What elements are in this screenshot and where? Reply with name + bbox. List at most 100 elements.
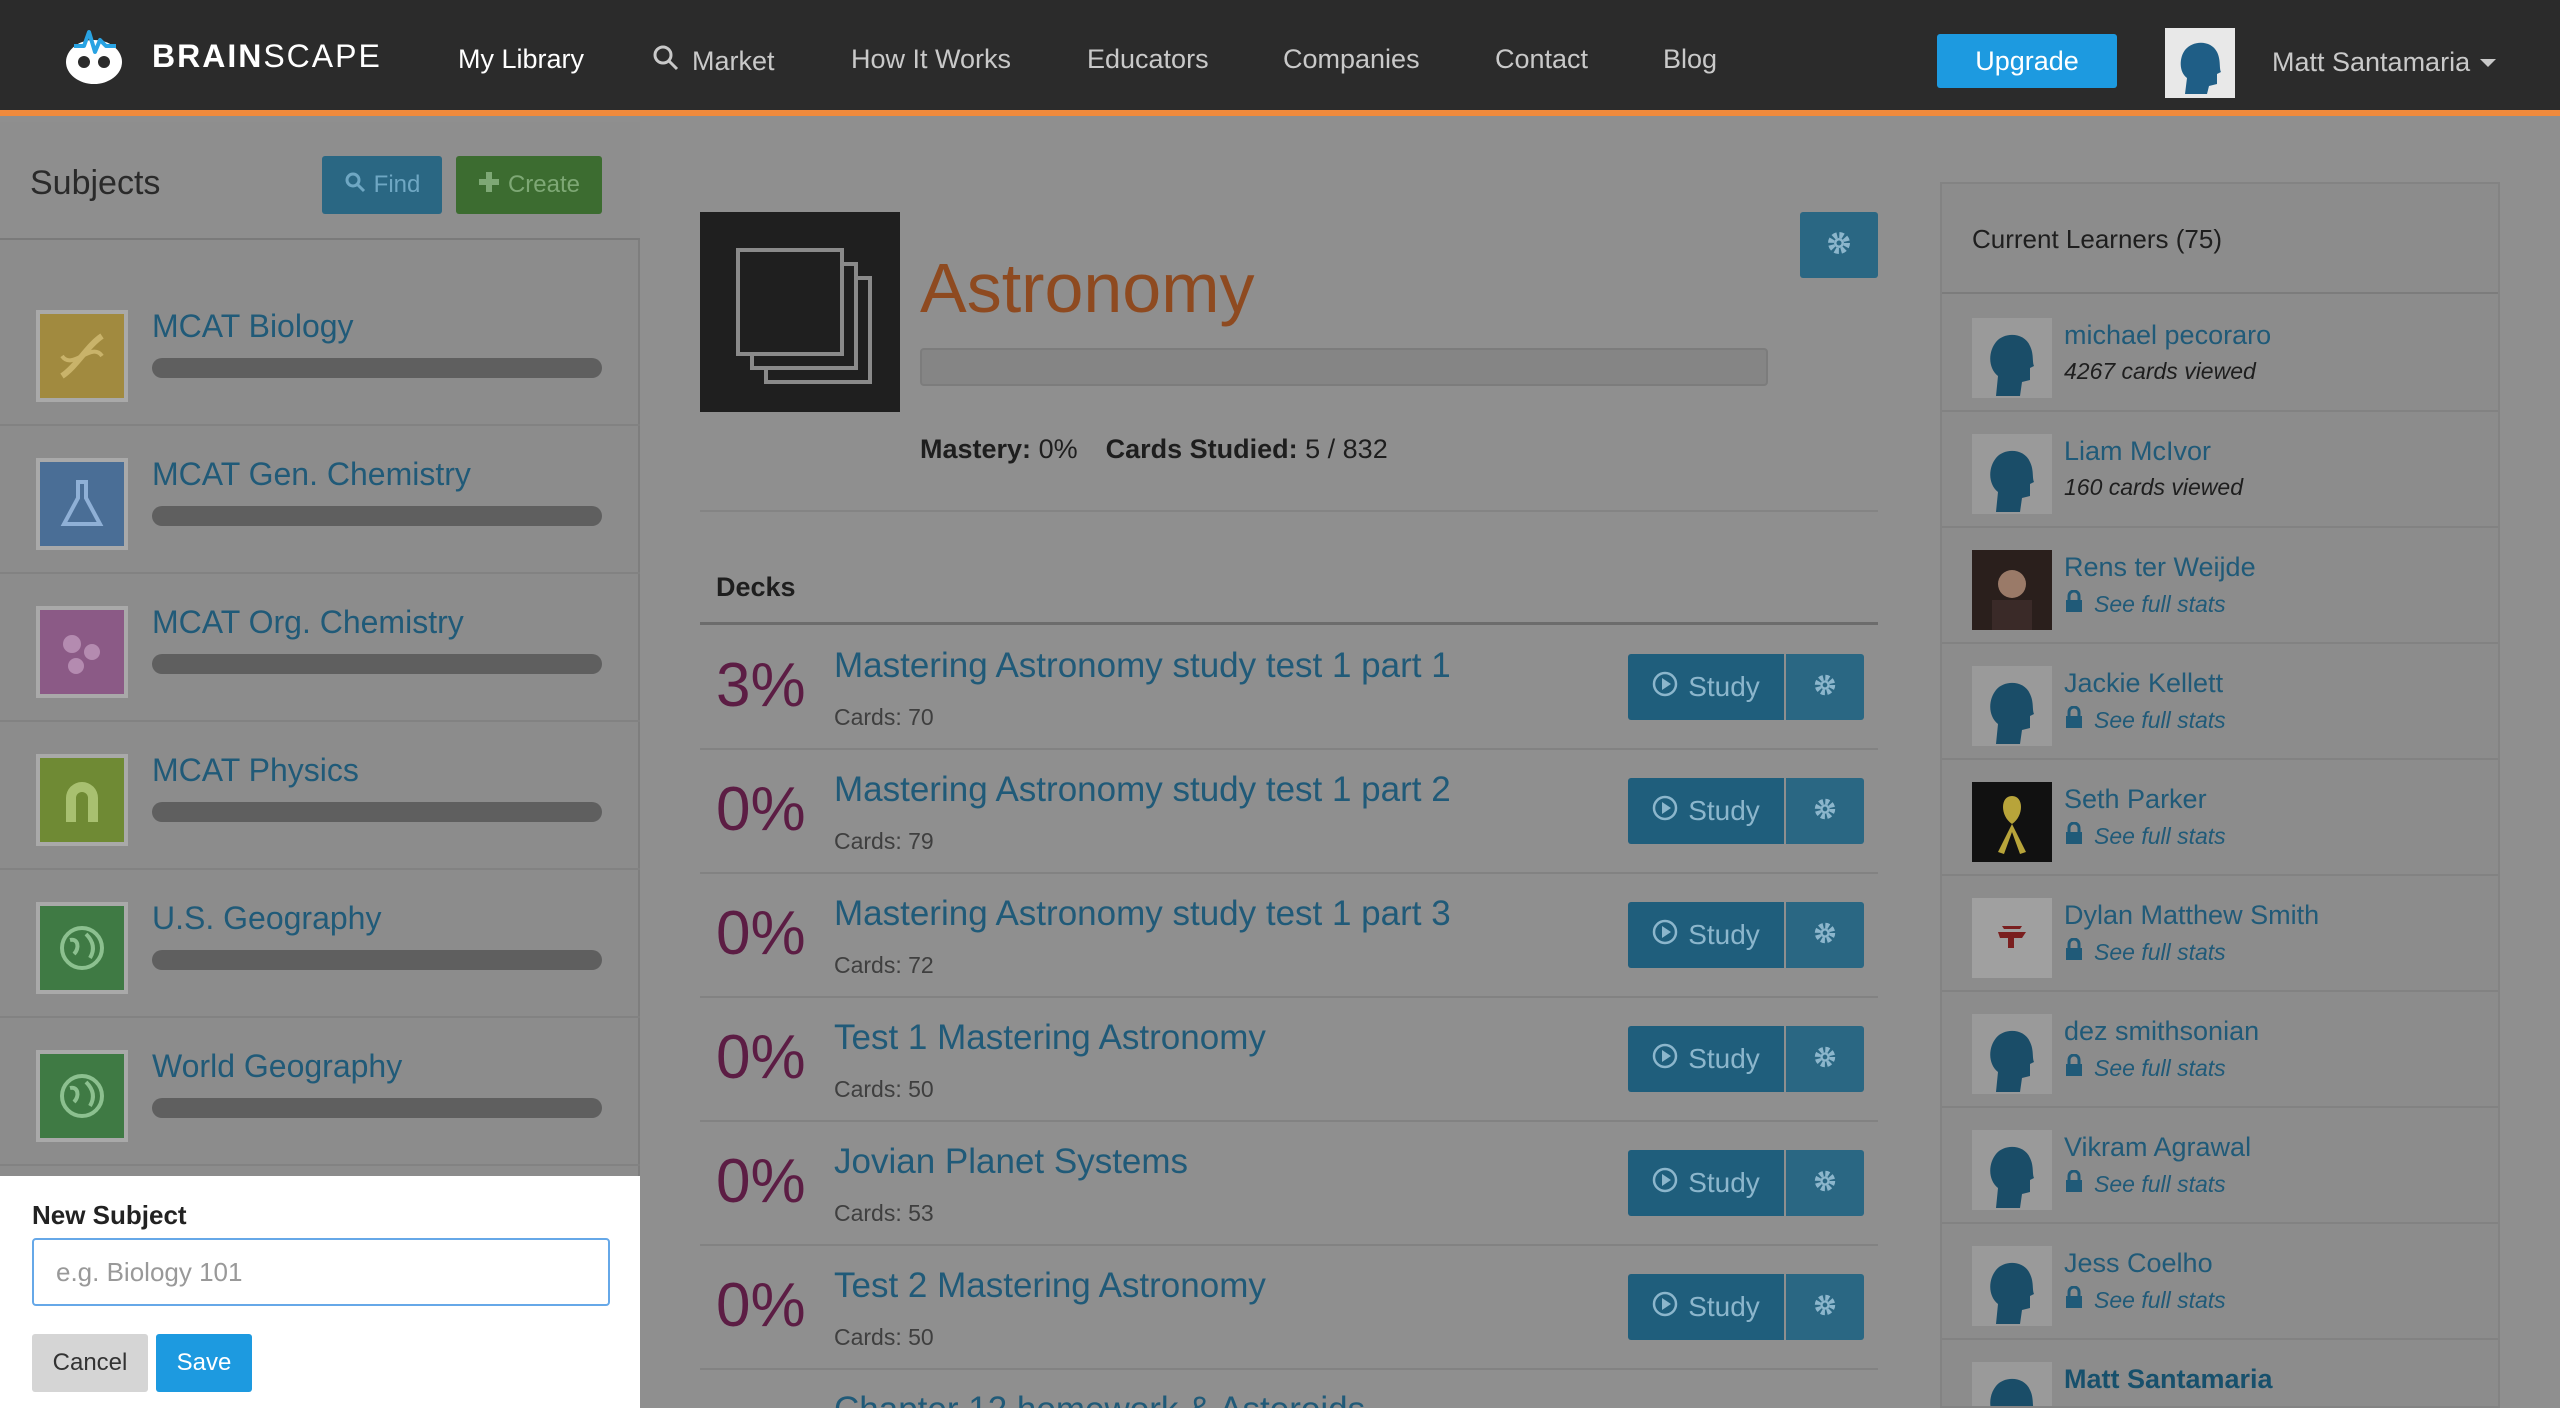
nav-market[interactable]: Market	[652, 44, 775, 79]
learner-row[interactable]: Jackie Kellett See full stats	[1942, 644, 2498, 760]
nav-how-it-works[interactable]: How It Works	[851, 44, 1011, 75]
subject-name[interactable]: MCAT Org. Chemistry	[152, 604, 464, 641]
learner-row[interactable]: Liam McIvor 160 cards viewed	[1942, 412, 2498, 528]
learner-row[interactable]: Rens ter Weijde See full stats	[1942, 528, 2498, 644]
learner-avatar[interactable]	[1972, 1014, 2052, 1094]
learner-row[interactable]: Vikram Agrawal See full stats	[1942, 1108, 2498, 1224]
see-full-stats-link[interactable]: See full stats	[2064, 937, 2226, 966]
deck-row[interactable]: 0% Mastering Astronomy study test 1 part…	[700, 874, 1878, 998]
learner-row[interactable]: Jess Coelho See full stats	[1942, 1224, 2498, 1340]
deck-name[interactable]: Test 1 Mastering Astronomy	[834, 1018, 1266, 1058]
subject-progress-bar	[920, 348, 1768, 386]
see-full-stats-link[interactable]: See full stats	[2064, 821, 2226, 850]
current-learners-panel: Current Learners (75) michael pecoraro 4…	[1940, 182, 2500, 1408]
learner-avatar[interactable]	[1972, 898, 2052, 978]
see-full-stats-link[interactable]: See full stats	[2064, 1169, 2226, 1198]
learner-name[interactable]: Vikram Agrawal	[2064, 1132, 2251, 1163]
see-full-stats-link[interactable]: See full stats	[2064, 1285, 2226, 1314]
study-button[interactable]: Study	[1628, 1274, 1784, 1340]
subject-item-mcat-gen-chemistry[interactable]: MCAT Gen. Chemistry	[0, 426, 640, 574]
study-button[interactable]: Study	[1628, 902, 1784, 968]
subject-name[interactable]: MCAT Physics	[152, 752, 359, 789]
deck-settings-button[interactable]	[1786, 1150, 1864, 1216]
learner-avatar[interactable]	[1972, 1246, 2052, 1326]
deck-row[interactable]: 0% Test 1 Mastering Astronomy Cards: 50 …	[700, 998, 1878, 1122]
subject-thumb	[36, 458, 128, 550]
deck-row[interactable]: 3% Mastering Astronomy study test 1 part…	[700, 626, 1878, 750]
subject-item-world-geography[interactable]: World Geography	[0, 1018, 640, 1166]
subject-name[interactable]: MCAT Gen. Chemistry	[152, 456, 471, 493]
subject-settings-button[interactable]	[1800, 212, 1878, 278]
learner-name[interactable]: Jackie Kellett	[2064, 668, 2223, 699]
learner-name[interactable]: Jess Coelho	[2064, 1248, 2213, 1279]
learner-name[interactable]: Rens ter Weijde	[2064, 552, 2256, 583]
save-button[interactable]: Save	[156, 1334, 252, 1392]
nav-educators[interactable]: Educators	[1087, 44, 1209, 75]
deck-name[interactable]: Mastering Astronomy study test 1 part 2	[834, 770, 1451, 810]
study-label: Study	[1688, 795, 1760, 826]
learner-row[interactable]: Matt Santamaria	[1942, 1340, 2498, 1406]
subject-name[interactable]: MCAT Biology	[152, 308, 354, 345]
user-menu[interactable]: Matt Santamaria	[2272, 47, 2497, 78]
deck-settings-button[interactable]	[1786, 654, 1864, 720]
subject-item-mcat-biology[interactable]: MCAT Biology	[0, 278, 640, 426]
learner-avatar[interactable]	[1972, 1362, 2052, 1406]
learner-name[interactable]: michael pecoraro	[2064, 320, 2271, 351]
subject-item-us-geography[interactable]: U.S. Geography	[0, 870, 640, 1018]
upgrade-button[interactable]: Upgrade	[1937, 34, 2117, 88]
subject-item-mcat-physics[interactable]: MCAT Physics	[0, 722, 640, 870]
study-button[interactable]: Study	[1628, 778, 1784, 844]
learner-name[interactable]: Matt Santamaria	[2064, 1364, 2273, 1395]
learner-name[interactable]: Liam McIvor	[2064, 436, 2211, 467]
learner-row[interactable]: dez smithsonian See full stats	[1942, 992, 2498, 1108]
see-full-stats-link[interactable]: See full stats	[2064, 705, 2226, 734]
nav-blog[interactable]: Blog	[1663, 44, 1717, 75]
see-full-stats-link[interactable]: See full stats	[2064, 589, 2226, 618]
deck-row[interactable]: 0% Mastering Astronomy study test 1 part…	[700, 750, 1878, 874]
see-full-stats-link[interactable]: See full stats	[2064, 1053, 2226, 1082]
learner-row[interactable]: michael pecoraro 4267 cards viewed	[1942, 296, 2498, 412]
find-button[interactable]: Find	[322, 156, 442, 214]
subject-cover-image	[700, 212, 900, 412]
deck-name[interactable]: Jovian Planet Systems	[834, 1142, 1188, 1182]
learner-name[interactable]: dez smithsonian	[2064, 1016, 2259, 1047]
study-button[interactable]: Study	[1628, 1150, 1784, 1216]
learner-avatar[interactable]	[1972, 1130, 2052, 1210]
new-subject-input[interactable]	[32, 1238, 610, 1306]
learner-row[interactable]: Dylan Matthew Smith See full stats	[1942, 876, 2498, 992]
deck-card-count: Cards: 72	[834, 952, 934, 978]
learner-name[interactable]: Dylan Matthew Smith	[2064, 900, 2319, 931]
deck-settings-button[interactable]	[1786, 1026, 1864, 1092]
nav-my-library[interactable]: My Library	[458, 44, 584, 75]
deck-settings-button[interactable]	[1786, 902, 1864, 968]
subject-name[interactable]: World Geography	[152, 1048, 402, 1085]
learner-avatar[interactable]	[1972, 550, 2052, 630]
study-button[interactable]: Study	[1628, 654, 1784, 720]
brainscape-logo[interactable]: BRAINSCAPE	[62, 24, 382, 88]
cancel-button[interactable]: Cancel	[32, 1334, 148, 1392]
deck-name[interactable]: Mastering Astronomy study test 1 part 1	[834, 646, 1451, 686]
subject-name[interactable]: U.S. Geography	[152, 900, 381, 937]
deck-settings-button[interactable]	[1786, 1274, 1864, 1340]
deck-card-count: Cards: 50	[834, 1076, 934, 1102]
learner-avatar[interactable]	[1972, 434, 2052, 514]
deck-row[interactable]: 0% Test 2 Mastering Astronomy Cards: 50 …	[700, 1246, 1878, 1370]
play-circle-icon	[1652, 671, 1678, 704]
deck-settings-button[interactable]	[1786, 778, 1864, 844]
deck-name[interactable]: Test 2 Mastering Astronomy	[834, 1266, 1266, 1306]
learner-avatar[interactable]	[1972, 318, 2052, 398]
deck-name-partial[interactable]: Chapter 12 homework & Asteroids	[834, 1390, 1365, 1408]
study-button[interactable]: Study	[1628, 1026, 1784, 1092]
learner-avatar[interactable]	[1972, 666, 2052, 746]
create-button[interactable]: Create	[456, 156, 602, 214]
learner-name[interactable]: Seth Parker	[2064, 784, 2207, 815]
nav-contact[interactable]: Contact	[1495, 44, 1588, 75]
mastery-value: 0%	[1038, 434, 1078, 464]
subject-item-mcat-org-chemistry[interactable]: MCAT Org. Chemistry	[0, 574, 640, 722]
nav-companies[interactable]: Companies	[1283, 44, 1420, 75]
learner-avatar[interactable]	[1972, 782, 2052, 862]
user-avatar[interactable]	[2165, 28, 2235, 98]
deck-name[interactable]: Mastering Astronomy study test 1 part 3	[834, 894, 1451, 934]
learner-row[interactable]: Seth Parker See full stats	[1942, 760, 2498, 876]
deck-row[interactable]: 0% Jovian Planet Systems Cards: 53 Study	[700, 1122, 1878, 1246]
